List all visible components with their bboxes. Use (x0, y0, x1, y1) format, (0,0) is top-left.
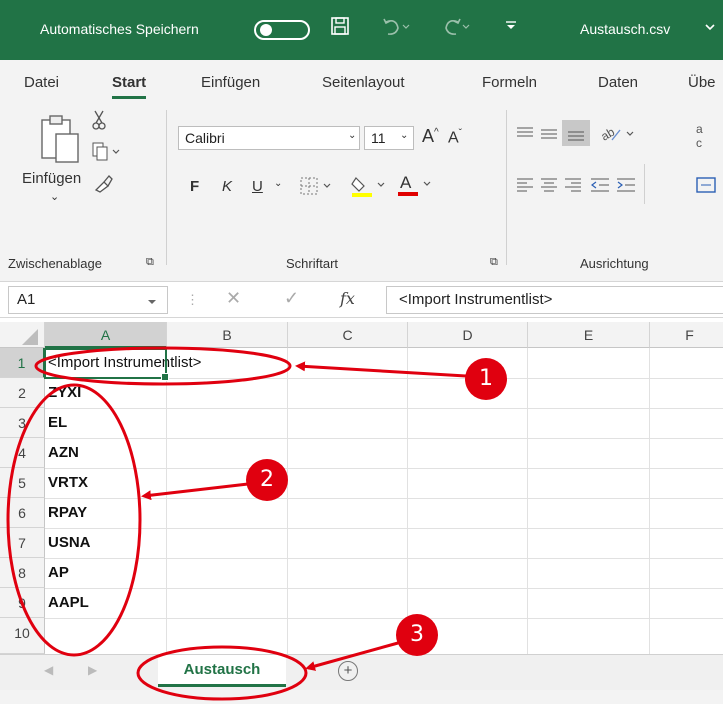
file-name: Austausch.csv (580, 21, 671, 37)
undo-icon[interactable] (380, 16, 410, 41)
cell-a9[interactable]: AAPL (48, 588, 89, 618)
annotation-badge-2: 2 (246, 459, 288, 501)
tab-einfuegen[interactable]: Einfügen (201, 74, 260, 91)
cell-a7[interactable]: USNA (48, 528, 91, 558)
cell-a3[interactable]: EL (48, 408, 67, 438)
name-box-chevron-icon[interactable] (146, 294, 158, 310)
row-header-7[interactable]: 7 (0, 528, 45, 558)
decrease-font-icon[interactable]: Aˇ (448, 128, 462, 147)
sheet-tab-bar: ◀ ▶ Austausch + (0, 654, 723, 690)
align-center-icon[interactable] (540, 176, 558, 197)
cell-a8[interactable]: AP (48, 558, 69, 588)
formula-input[interactable]: <Import Instrumentlist> (386, 286, 723, 314)
column-header-d[interactable]: D (408, 322, 528, 348)
fill-color-icon[interactable] (350, 174, 390, 202)
group-alignment-label: Ausrichtung (580, 256, 649, 271)
font-size-chevron-icon[interactable]: ⌄ (400, 130, 408, 141)
redo-icon[interactable] (440, 16, 470, 41)
increase-indent-icon[interactable] (616, 176, 636, 197)
column-header-f[interactable]: F (650, 322, 723, 348)
active-cell-border (44, 348, 169, 381)
annotation-badge-3: 3 (396, 614, 438, 656)
underline-button[interactable]: U (252, 178, 263, 195)
save-icon[interactable] (330, 16, 350, 42)
filename-chevron-icon[interactable] (704, 20, 716, 36)
copy-icon[interactable] (92, 142, 122, 166)
align-middle-icon[interactable] (540, 124, 558, 145)
row-header-8[interactable]: 8 (0, 558, 45, 588)
row-header-10[interactable]: 10 (0, 618, 45, 654)
status-bar (0, 690, 723, 704)
group-clipboard-label: Zwischenablage (8, 256, 102, 271)
annotation-badge-1: 1 (465, 358, 507, 400)
row-header-4[interactable]: 4 (0, 438, 45, 468)
tab-seitenlayout[interactable]: Seitenlayout (322, 74, 405, 91)
cell-a5[interactable]: VRTX (48, 468, 88, 498)
worksheet-grid: A B C D E F 1 2 3 4 5 6 7 8 9 10 <Import… (0, 322, 723, 654)
row-header-3[interactable]: 3 (0, 408, 45, 438)
tab-start[interactable]: Start (112, 74, 147, 99)
format-painter-icon[interactable] (92, 172, 114, 198)
font-name-select[interactable]: Calibri (178, 126, 360, 150)
paste-chevron-icon[interactable]: ⌄ (50, 190, 59, 203)
ribbon: Einfügen ⌄ Zwischenablage ⧉ Calibri ⌄ 11… (0, 102, 723, 282)
underline-chevron-icon[interactable]: ⌄ (274, 178, 282, 189)
formula-bar-grip-icon: ⋮ (186, 292, 199, 307)
clipboard-launcher-icon[interactable]: ⧉ (146, 256, 154, 269)
column-header-c[interactable]: C (288, 322, 408, 348)
borders-icon[interactable] (300, 176, 334, 200)
cell-a4[interactable]: AZN (48, 438, 79, 468)
font-name-chevron-icon[interactable]: ⌄ (348, 130, 356, 141)
cancel-icon[interactable]: ✕ (226, 288, 241, 309)
tab-formeln[interactable]: Formeln (482, 74, 537, 91)
column-header-e[interactable]: E (528, 322, 650, 348)
fill-handle[interactable] (161, 373, 169, 381)
svg-text:A: A (400, 173, 412, 192)
cell-a2[interactable]: ZYXI (48, 378, 81, 408)
font-color-icon[interactable]: A (396, 172, 436, 202)
customize-qat-icon[interactable] (505, 18, 517, 35)
row-header-9[interactable]: 9 (0, 588, 45, 618)
column-header-b[interactable]: B (167, 322, 288, 348)
orientation-icon[interactable]: ab (598, 122, 636, 147)
cell-a6[interactable]: RPAY (48, 498, 87, 528)
select-all-corner[interactable] (0, 322, 45, 348)
row-header-2[interactable]: 2 (0, 378, 45, 408)
group-font-label: Schriftart (286, 256, 339, 271)
title-bar: Automatisches Speichern Austausch.csv (0, 0, 723, 60)
align-bottom-icon[interactable] (562, 120, 590, 146)
sheet-tab-austausch[interactable]: Austausch (158, 655, 286, 687)
align-top-icon[interactable] (516, 124, 534, 145)
italic-button[interactable]: K (222, 178, 232, 195)
row-header-1[interactable]: 1 (0, 348, 45, 378)
bold-button[interactable]: F (190, 178, 199, 195)
cut-icon[interactable] (92, 110, 106, 134)
align-left-icon[interactable] (516, 176, 534, 197)
scroll-right-icon[interactable]: ▶ (88, 663, 97, 677)
row-header-5[interactable]: 5 (0, 468, 45, 498)
row-header-6[interactable]: 6 (0, 498, 45, 528)
insert-function-icon[interactable]: fx (340, 289, 355, 308)
enter-icon[interactable]: ✓ (284, 288, 299, 309)
ribbon-tabs: Datei Start Einfügen Seitenlayout Formel… (0, 60, 723, 102)
autosave-label: Automatisches Speichern (40, 21, 199, 37)
formula-bar: A1 ⋮ ✕ ✓ fx <Import Instrumentlist> (0, 282, 723, 318)
align-right-icon[interactable] (564, 176, 582, 197)
autosave-toggle[interactable] (254, 20, 310, 40)
tab-datei[interactable]: Datei (24, 74, 59, 91)
column-header-a[interactable]: A (45, 322, 167, 348)
merge-center-icon[interactable] (696, 176, 716, 197)
wrap-text-icon[interactable]: ac (696, 122, 703, 150)
increase-font-icon[interactable]: A^ (422, 126, 439, 147)
add-sheet-button[interactable]: + (338, 661, 358, 681)
svg-text:ab: ab (600, 125, 617, 144)
paste-icon[interactable] (38, 112, 82, 167)
paste-label[interactable]: Einfügen (22, 170, 81, 187)
font-launcher-icon[interactable]: ⧉ (490, 256, 498, 269)
decrease-indent-icon[interactable] (590, 176, 610, 197)
tab-daten[interactable]: Daten (598, 74, 638, 91)
name-box[interactable]: A1 (8, 286, 168, 314)
scroll-left-icon[interactable]: ◀ (44, 663, 53, 677)
tab-ueberpruefen[interactable]: Übe (688, 74, 716, 91)
